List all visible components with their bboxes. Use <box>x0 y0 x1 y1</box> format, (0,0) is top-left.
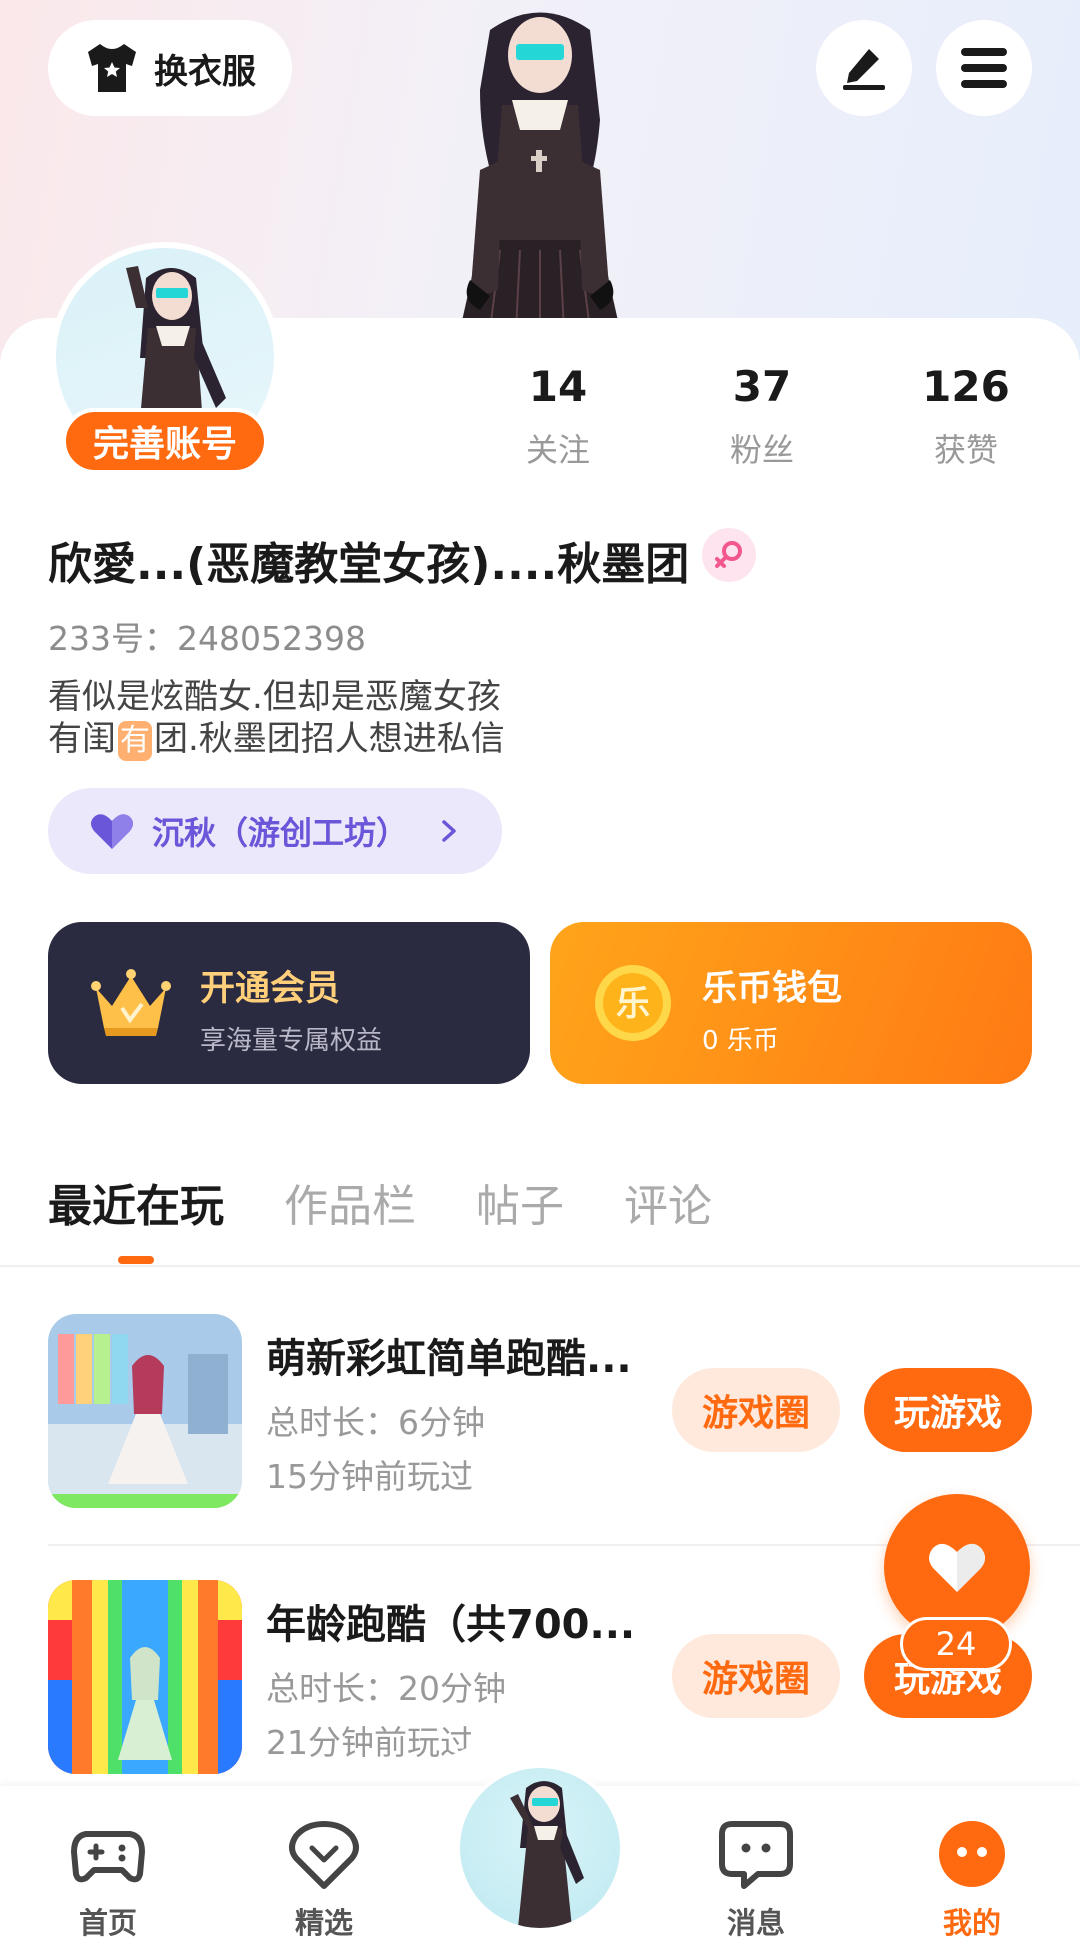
stat-likes-label: 获赞 <box>933 431 998 469</box>
user-id[interactable]: 233号：248052398 <box>48 612 366 660</box>
gamepad-icon <box>71 1831 145 1883</box>
wallet-balance: 0 乐币 <box>702 1026 779 1056</box>
pen-icon <box>843 49 885 90</box>
edit-profile-button[interactable] <box>816 20 912 116</box>
coin-icon: 乐 <box>595 965 671 1041</box>
bio-line-2-end: 团.秋墨团招人想进私信 <box>154 719 505 759</box>
tab-works[interactable]: 作品栏 <box>284 1170 416 1240</box>
tab-divider <box>0 1265 1080 1267</box>
nav-home-label: 首页 <box>78 1906 137 1940</box>
female-gender-icon <box>702 528 756 582</box>
vip-membership-card[interactable]: 开通会员 享海量专属权益 <box>48 922 530 1084</box>
stat-followers-value: 37 <box>732 362 792 411</box>
nickname: 欣愛...(恶魔教堂女孩)....秋墨团 <box>48 539 690 590</box>
game-thumbnail[interactable] <box>48 1314 242 1508</box>
bio-line-2-start: 有闺 <box>48 719 116 759</box>
bio-emoji-badge: 有 <box>118 721 152 761</box>
heart-icon <box>929 1543 985 1592</box>
game-last-played: 21分钟前玩过 <box>266 1723 473 1762</box>
coin-char: 乐 <box>616 984 650 1024</box>
crown-icon <box>91 969 171 1036</box>
nav-featured[interactable]: 精选 <box>254 1816 394 1942</box>
menu-button[interactable] <box>936 20 1032 116</box>
heart-icon <box>91 814 133 849</box>
character-full-body[interactable] <box>420 0 660 330</box>
change-outfit-button[interactable]: 换衣服 <box>48 20 292 116</box>
face-icon <box>939 1821 1005 1887</box>
bio: 看似是炫酷女.但却是恶魔女孩 有闺有团.秋墨团招人想进私信 <box>48 676 505 761</box>
message-icon <box>719 1821 793 1889</box>
change-outfit-label: 换衣服 <box>154 51 256 92</box>
profile-tabs: 最近在玩 作品栏 帖子 评论 <box>48 1170 772 1240</box>
game-circle-button[interactable]: 游戏圈 <box>672 1634 840 1718</box>
tab-comments[interactable]: 评论 <box>624 1170 712 1240</box>
game-title: 萌新彩虹简单跑酷... <box>266 1336 632 1382</box>
game-circle-button[interactable]: 游戏圈 <box>672 1368 840 1452</box>
nav-me-label: 我的 <box>942 1906 1001 1940</box>
chevron-right-icon <box>442 820 456 842</box>
stat-following-value: 14 <box>528 362 588 411</box>
vip-subtitle: 享海量专属权益 <box>200 1026 383 1056</box>
game-title: 年龄跑酷（共700... <box>266 1602 636 1648</box>
avatar-character <box>510 1781 584 1928</box>
stat-likes[interactable]: 126 获赞 <box>886 362 1046 471</box>
complete-account-badge[interactable]: 完善账号 <box>62 408 268 474</box>
nav-messages-label: 消息 <box>726 1906 785 1940</box>
stat-followers[interactable]: 37 粉丝 <box>682 362 842 471</box>
nav-me[interactable]: 我的 <box>902 1816 1042 1942</box>
wallet-title: 乐币钱包 <box>702 969 843 1009</box>
hamburger-menu-icon <box>961 48 1007 88</box>
play-game-button[interactable]: 玩游戏 <box>864 1368 1032 1452</box>
bio-line-2: 有闺有团.秋墨团招人想进私信 <box>48 718 505 761</box>
tab-posts[interactable]: 帖子 <box>476 1170 564 1240</box>
shirt-icon <box>88 44 136 92</box>
nav-home[interactable]: 首页 <box>38 1816 178 1942</box>
stat-likes-value: 126 <box>922 362 1010 411</box>
stat-followers-label: 粉丝 <box>729 431 794 469</box>
nav-messages[interactable]: 消息 <box>686 1816 826 1942</box>
nav-featured-label: 精选 <box>294 1906 353 1940</box>
stat-following[interactable]: 14 关注 <box>478 362 638 471</box>
game-duration: 总时长：6分钟 <box>266 1403 485 1442</box>
game-row[interactable]: 萌新彩虹简单跑酷... 总时长：6分钟 15分钟前玩过 游戏圈 玩游戏 <box>48 1314 1080 1510</box>
tab-recent-played[interactable]: 最近在玩 <box>48 1170 224 1240</box>
like-count-badge: 24 <box>900 1617 1012 1671</box>
vip-title: 开通会员 <box>200 969 341 1009</box>
game-duration: 总时长：20分钟 <box>266 1669 506 1708</box>
game-thumbnail[interactable] <box>48 1580 242 1774</box>
game-last-played: 15分钟前玩过 <box>266 1457 473 1496</box>
stat-following-label: 关注 <box>525 431 590 469</box>
heart-chat-icon <box>289 1821 359 1889</box>
studio-link[interactable]: 沉秋（游创工坊） <box>48 788 502 874</box>
active-tab-indicator <box>118 1256 154 1264</box>
center-avatar-button[interactable] <box>456 1764 624 1932</box>
coin-wallet-card[interactable]: 乐 乐币钱包 0 乐币 <box>550 922 1032 1084</box>
bio-line-1: 看似是炫酷女.但却是恶魔女孩 <box>48 677 501 717</box>
studio-name: 沉秋（游创工坊） <box>152 814 409 852</box>
